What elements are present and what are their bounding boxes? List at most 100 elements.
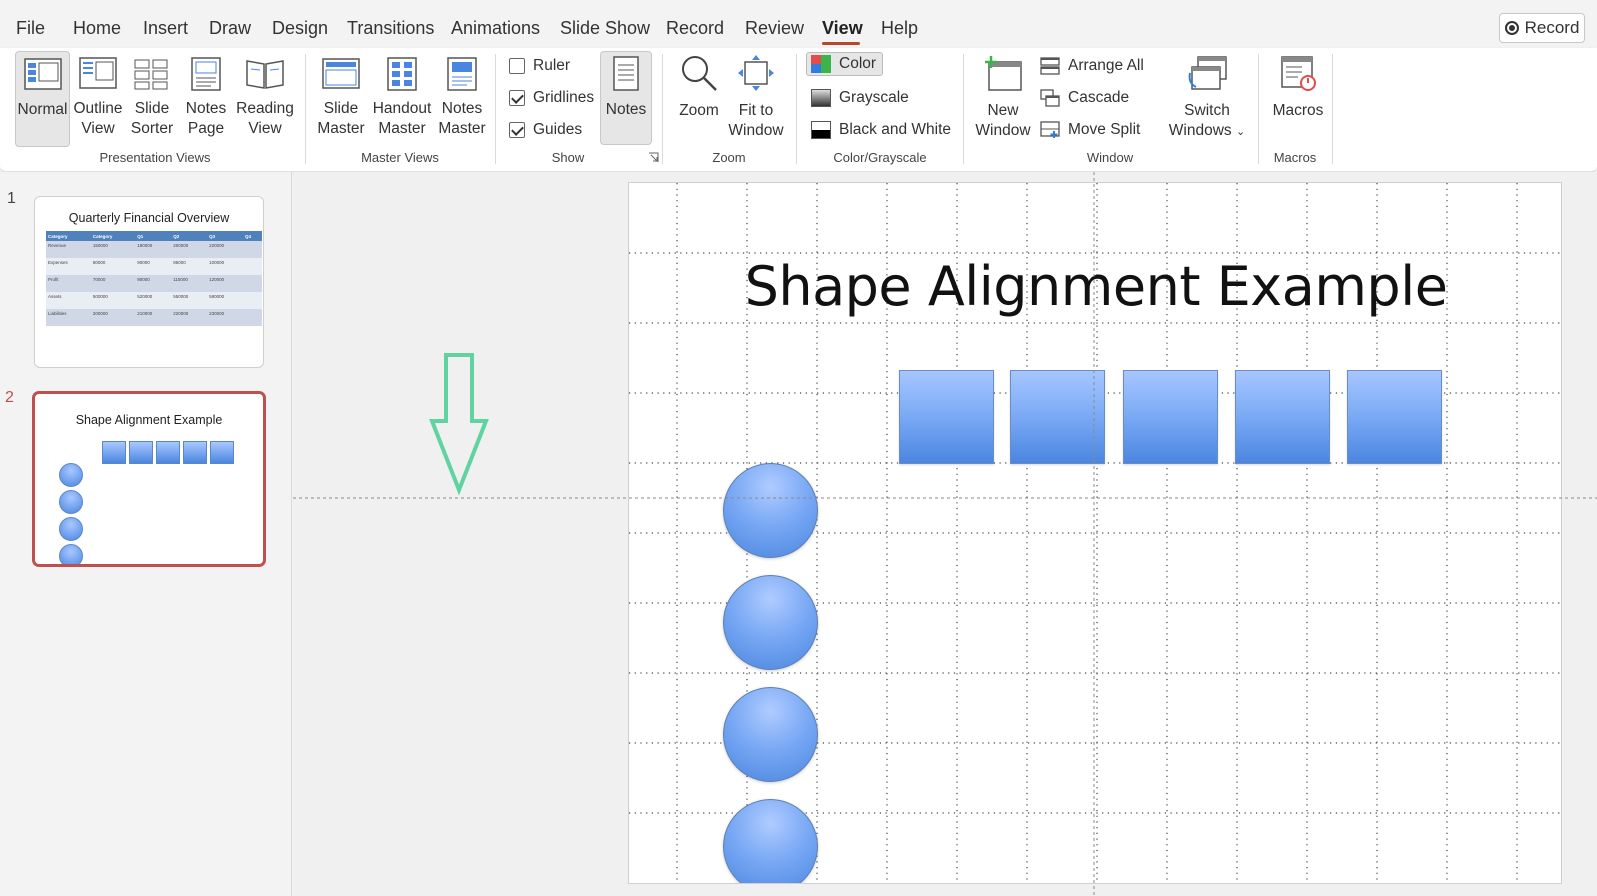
macros-button[interactable]: Macros bbox=[1268, 51, 1328, 121]
window-group-label: Window bbox=[1086, 150, 1134, 165]
table-cell: 100000 bbox=[207, 258, 244, 275]
reading-view-icon bbox=[246, 60, 284, 89]
menu-insert[interactable]: Insert bbox=[143, 18, 188, 39]
menu-transitions[interactable]: Transitions bbox=[347, 18, 434, 39]
notes-page-button[interactable]: Notes Page bbox=[181, 51, 231, 139]
menu-home[interactable]: Home bbox=[73, 18, 121, 39]
cascade-icon bbox=[1040, 89, 1060, 107]
master-views-group-label: Master Views bbox=[361, 150, 439, 165]
reading-view-button[interactable]: Reading View bbox=[234, 51, 296, 139]
ribbon-separator bbox=[796, 54, 797, 164]
ribbon-separator bbox=[495, 54, 496, 164]
zoom-button[interactable]: Zoom bbox=[674, 51, 724, 121]
outline-view-button[interactable]: Outline View bbox=[72, 51, 124, 139]
notes-button-label: Notes bbox=[605, 101, 647, 118]
menu-view[interactable]: View bbox=[822, 18, 863, 39]
ruler-checkbox[interactable]: Ruler bbox=[509, 57, 570, 75]
notes-master-icon bbox=[447, 57, 477, 91]
chevron-down-icon: ⌄ bbox=[1235, 126, 1246, 138]
magnifier-icon bbox=[682, 56, 717, 91]
macros-button-label: Macros bbox=[1272, 102, 1324, 119]
gridlines-checkbox[interactable]: Gridlines bbox=[509, 89, 594, 107]
slide-thumbnails-pane: 1 Quarterly Financial Overview Category … bbox=[0, 172, 292, 896]
fit-to-window-label-1: Fit to bbox=[738, 102, 774, 119]
thumbnail-square bbox=[156, 441, 180, 464]
slide-number-1: 1 bbox=[7, 190, 16, 207]
black-and-white-button[interactable]: Black and White bbox=[811, 121, 951, 139]
move-split-label: Move Split bbox=[1068, 121, 1141, 138]
menu-file[interactable]: File bbox=[16, 18, 45, 39]
table-cell bbox=[243, 292, 262, 309]
thumbnail-circle bbox=[59, 490, 83, 514]
fit-to-window-label-2: Window bbox=[728, 122, 784, 139]
table-row: Profit 70000 90000 115000 120000 bbox=[46, 275, 262, 292]
table-cell: 90000 bbox=[135, 258, 172, 275]
thumbnail-table: Category Category Q1 Q2 Q3 Q4 Revenue 150… bbox=[46, 231, 262, 326]
grayscale-button[interactable]: Grayscale bbox=[811, 89, 909, 107]
ruler-checkbox-box bbox=[509, 58, 525, 74]
menu-design[interactable]: Design bbox=[272, 18, 328, 39]
slide-sorter-button[interactable]: Slide Sorter bbox=[127, 51, 177, 139]
table-cell bbox=[243, 275, 262, 292]
switch-windows-label-row: Windows ⌄ bbox=[1165, 121, 1249, 142]
arrow-down-icon bbox=[429, 353, 489, 496]
new-window-button[interactable]: New Window bbox=[974, 51, 1032, 141]
table-cell: 200000 bbox=[90, 309, 136, 326]
ruler-checkbox-label: Ruler bbox=[533, 57, 571, 74]
slide-master-label-2: Master bbox=[317, 120, 365, 137]
record-button[interactable]: Record bbox=[1499, 13, 1585, 43]
slide-thumbnail-2[interactable]: Shape Alignment Example bbox=[32, 391, 266, 567]
move-split-button[interactable]: Move Split bbox=[1040, 121, 1140, 139]
table-cell: 90000 bbox=[135, 275, 172, 292]
dialog-launcher-icon[interactable] bbox=[648, 152, 659, 163]
table-header: Q3 bbox=[207, 231, 244, 241]
menu-draw[interactable]: Draw bbox=[209, 18, 251, 39]
notes-master-label-1: Notes bbox=[441, 100, 483, 117]
guides-checkbox[interactable]: Guides bbox=[509, 121, 582, 139]
menu-help[interactable]: Help bbox=[881, 18, 918, 39]
table-cell: 210000 bbox=[135, 309, 172, 326]
thumbnail-square bbox=[210, 441, 234, 464]
zoom-group-label: Zoom bbox=[712, 150, 746, 165]
menu-slide-show[interactable]: Slide Show bbox=[560, 18, 650, 39]
table-cell: 520000 bbox=[135, 292, 172, 309]
table-cell: 200000 bbox=[171, 241, 208, 258]
table-row: Liabilities 200000 210000 220000 230000 bbox=[46, 309, 262, 326]
thumbnail-square bbox=[183, 441, 207, 464]
normal-view-button[interactable]: Normal bbox=[15, 51, 70, 147]
thumbnail-square bbox=[129, 441, 153, 464]
reading-view-label-2: View bbox=[248, 120, 282, 137]
table-header: Q1 bbox=[135, 231, 172, 241]
menu-review[interactable]: Review bbox=[745, 18, 804, 39]
table-cell: 220000 bbox=[207, 241, 244, 258]
color-button-label: Color bbox=[839, 55, 877, 72]
menu-animations[interactable]: Animations bbox=[451, 18, 540, 39]
ribbon-separator bbox=[1258, 54, 1259, 164]
table-cell: 220000 bbox=[171, 309, 208, 326]
slide-master-icon bbox=[322, 58, 360, 89]
notes-master-button[interactable]: Notes Master bbox=[435, 51, 489, 139]
switch-windows-button[interactable]: Switch Windows ⌄ bbox=[1165, 51, 1249, 142]
menu-bar: File Home Insert Draw Design Transitions… bbox=[0, 0, 1597, 48]
fit-to-window-button[interactable]: Fit to Window bbox=[728, 51, 784, 141]
ribbon-separator bbox=[662, 54, 663, 164]
guides-checkbox-box bbox=[509, 122, 525, 138]
outline-view-icon bbox=[79, 57, 117, 89]
arrange-all-button[interactable]: Arrange All bbox=[1040, 57, 1144, 75]
cascade-button[interactable]: Cascade bbox=[1040, 89, 1129, 107]
slide-master-button[interactable]: Slide Master bbox=[315, 51, 367, 139]
handout-master-button[interactable]: Handout Master bbox=[371, 51, 433, 139]
ribbon-separator bbox=[305, 54, 306, 164]
thumbnail-circle bbox=[59, 517, 83, 541]
notes-button[interactable]: Notes bbox=[600, 51, 652, 145]
table-cell: 180000 bbox=[135, 241, 172, 258]
menu-record[interactable]: Record bbox=[666, 18, 724, 39]
reading-view-label-1: Reading bbox=[236, 100, 294, 117]
table-cell: 85000 bbox=[171, 258, 208, 275]
table-cell: 550000 bbox=[171, 292, 208, 309]
slide-thumbnail-1[interactable]: Quarterly Financial Overview Category Ca… bbox=[34, 196, 264, 368]
handout-master-label-2: Master bbox=[378, 120, 426, 137]
color-button[interactable]: Color bbox=[806, 52, 884, 76]
ribbon-separator bbox=[1332, 54, 1333, 164]
table-cell: Revenue bbox=[46, 241, 91, 258]
